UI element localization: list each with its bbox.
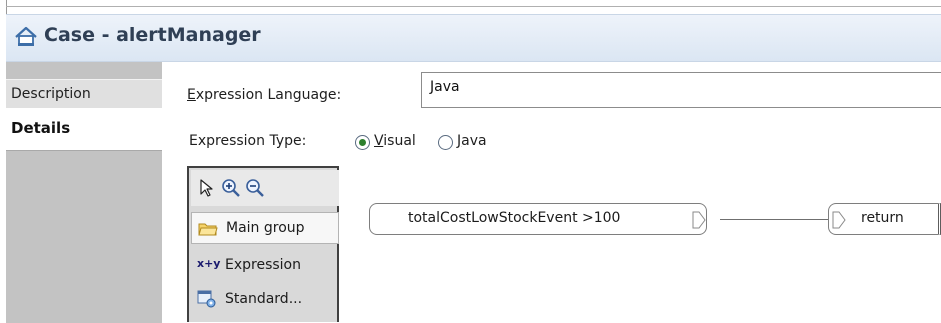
zoom-in-icon[interactable] <box>221 178 241 198</box>
palette-item-label: Main group <box>226 220 305 236</box>
tabs-filler <box>6 150 162 323</box>
input-terminal-icon <box>832 211 846 229</box>
case-house-icon <box>15 26 37 46</box>
section-tabs: Description Details <box>6 62 168 323</box>
expression-language-label: Expression Language: <box>187 87 342 103</box>
expression-node[interactable]: totalCostLowStockEvent >100 <box>369 203 707 235</box>
editor-title-bar: Case - alertManager <box>6 14 941 62</box>
expression-language-value: Java <box>430 79 460 95</box>
java-radio-label[interactable]: Java <box>457 133 487 149</box>
tab-details[interactable]: Details <box>6 108 168 150</box>
palette-item-expression[interactable]: x+y Expression <box>191 250 339 282</box>
tab-description-label: Description <box>11 86 91 102</box>
java-radio-label-rest: ava <box>461 133 487 149</box>
expression-language-field[interactable]: Java <box>421 72 941 108</box>
visual-radio-label-rest: isual <box>383 133 416 149</box>
case-editor: Case - alertManager Description Details … <box>0 0 941 323</box>
tab-details-label: Details <box>11 119 71 137</box>
return-node-text: return <box>861 210 904 226</box>
xy-expression-icon: x+y <box>197 257 221 270</box>
selection-arrow-icon[interactable] <box>197 178 217 198</box>
palette-item-standard[interactable]: Standard... <box>191 284 339 316</box>
zoom-out-icon[interactable] <box>245 178 265 198</box>
expression-language-label-rest: xpression Language: <box>195 87 342 103</box>
visual-radio-label[interactable]: Visual <box>374 133 416 149</box>
folder-icon <box>198 223 218 236</box>
editor-title: Case - alertManager <box>44 24 261 46</box>
palette-item-label: Expression <box>225 257 301 273</box>
expression-node-text: totalCostLowStockEvent >100 <box>408 210 621 226</box>
tab-description[interactable]: Description <box>6 79 162 109</box>
palette-item-label: Standard... <box>225 291 303 307</box>
palette-toolbar <box>191 170 339 206</box>
visual-radio[interactable] <box>355 135 370 150</box>
top-divider <box>6 6 941 7</box>
expression-type-label: Expression Type: <box>189 133 307 149</box>
return-node[interactable]: return <box>828 203 941 235</box>
output-terminal-icon <box>692 211 706 229</box>
standard-function-icon <box>197 290 216 308</box>
java-radio[interactable] <box>438 135 453 150</box>
palette: Main group x+y Expression Standard... <box>187 166 339 322</box>
connector-line <box>720 219 832 220</box>
palette-item-main-group[interactable]: Main group <box>191 212 339 244</box>
